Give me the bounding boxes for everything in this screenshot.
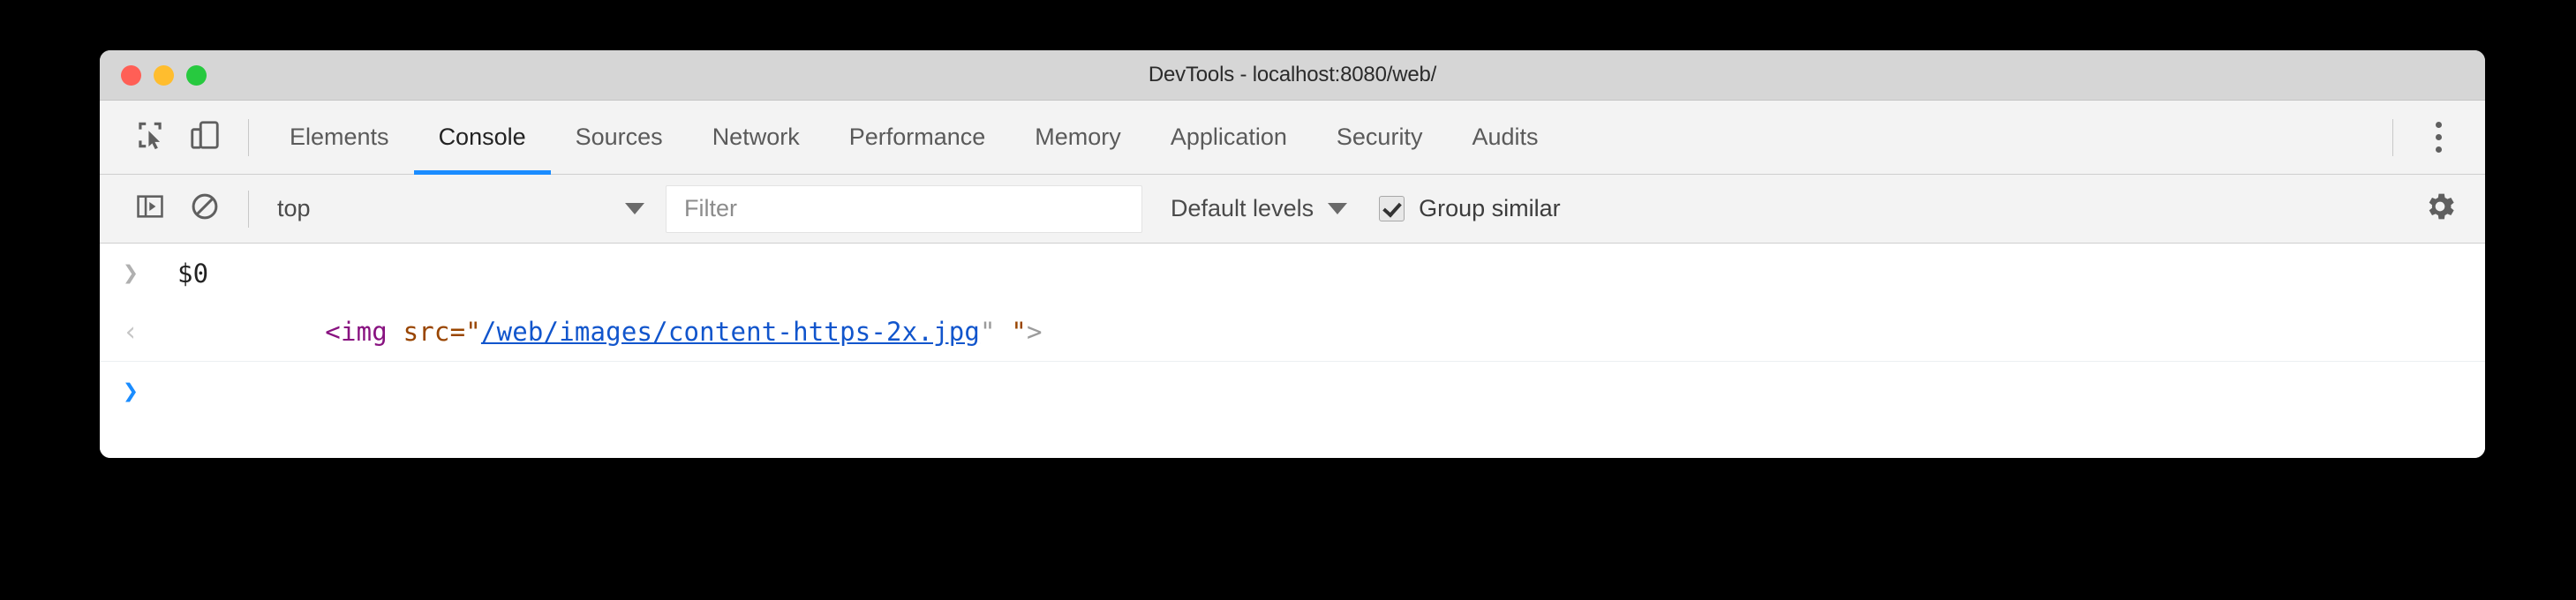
devtools-window: DevTools - localhost:8080/web/ Elements … (100, 50, 2485, 458)
tab-network[interactable]: Network (688, 101, 825, 175)
window-title-bar: DevTools - localhost:8080/web/ (100, 50, 2485, 101)
log-levels-dropdown[interactable]: Default levels (1171, 195, 1348, 222)
console-input-expression: $0 (177, 258, 209, 289)
tab-label: Application (1170, 124, 1287, 150)
tab-bar-right-controls (2376, 110, 2485, 165)
tab-audits[interactable]: Audits (1447, 101, 1563, 175)
token-attribute: src= (403, 317, 466, 347)
tab-memory[interactable]: Memory (1010, 101, 1146, 175)
inspect-element-icon (133, 118, 167, 156)
tab-label: Elements (290, 124, 389, 150)
more-options-button[interactable] (2409, 110, 2467, 165)
device-toolbar-icon (188, 118, 222, 156)
group-similar-toggle[interactable]: Group similar (1379, 195, 1561, 222)
console-filter-placeholder: Filter (684, 195, 737, 221)
tab-label: Memory (1035, 124, 1121, 150)
input-arrow-icon: ❯ (123, 258, 139, 289)
tab-sources[interactable]: Sources (551, 101, 688, 175)
clear-console-icon (189, 191, 221, 227)
tab-label: Security (1336, 124, 1423, 150)
console-message-list[interactable]: ❯ $0 ‹ <img src="/web/images/content-htt… (100, 244, 2485, 458)
tab-application[interactable]: Application (1146, 101, 1312, 175)
window-title: DevTools - localhost:8080/web/ (1148, 63, 1437, 86)
tab-console[interactable]: Console (413, 101, 551, 175)
console-prompt-row[interactable]: ❯ (100, 362, 2485, 421)
token-quote: " (995, 317, 1028, 347)
resource-link[interactable]: /web/images/content-https-2x.jpg (481, 317, 980, 347)
settings-button[interactable] (2409, 182, 2471, 236)
token-bracket: > (1027, 317, 1043, 347)
execution-context-select[interactable]: top (265, 186, 644, 232)
more-options-icon (2435, 146, 2442, 153)
console-sidebar-icon (135, 191, 165, 226)
toolbar-divider (248, 190, 249, 228)
toolbar-divider (2392, 118, 2393, 156)
devtools-tab-bar: Elements Console Sources Network Perform… (100, 101, 2485, 175)
gear-icon (2422, 189, 2458, 229)
clear-console-button[interactable] (177, 182, 232, 236)
tab-label: Performance (848, 124, 986, 150)
execution-context-label: top (277, 195, 311, 221)
more-options-icon (2435, 122, 2442, 128)
tab-security[interactable]: Security (1312, 101, 1448, 175)
tab-performance[interactable]: Performance (825, 101, 1011, 175)
console-sidebar-toggle-button[interactable] (123, 182, 177, 236)
result-arrow-icon: ‹ (123, 316, 139, 348)
token-quote: " (980, 317, 996, 347)
console-result-row[interactable]: ‹ <img src="/web/images/content-https-2x… (100, 303, 2485, 362)
more-options-icon (2435, 134, 2442, 140)
chevron-down-icon (625, 203, 644, 214)
log-levels-label: Default levels (1171, 195, 1314, 221)
inspect-element-button[interactable] (123, 110, 177, 165)
tab-label: Sources (575, 124, 663, 150)
tab-label: Console (438, 124, 526, 150)
group-similar-label: Group similar (1419, 195, 1561, 221)
console-toolbar: top Filter Default levels Group similar (100, 175, 2485, 244)
toolbar-divider (248, 118, 249, 156)
tab-label: Network (712, 124, 800, 150)
group-similar-checkbox[interactable] (1379, 196, 1405, 221)
tab-list: Elements Console Sources Network Perform… (265, 101, 2376, 175)
tab-label: Audits (1472, 124, 1539, 150)
token-quote: " (465, 317, 481, 347)
token-tag: <img (325, 317, 403, 347)
prompt-arrow-icon: ❯ (123, 376, 139, 407)
chevron-down-icon (1328, 203, 1348, 214)
tab-elements[interactable]: Elements (265, 101, 414, 175)
device-toolbar-button[interactable] (177, 110, 232, 165)
console-filter-input[interactable]: Filter (666, 184, 1142, 233)
